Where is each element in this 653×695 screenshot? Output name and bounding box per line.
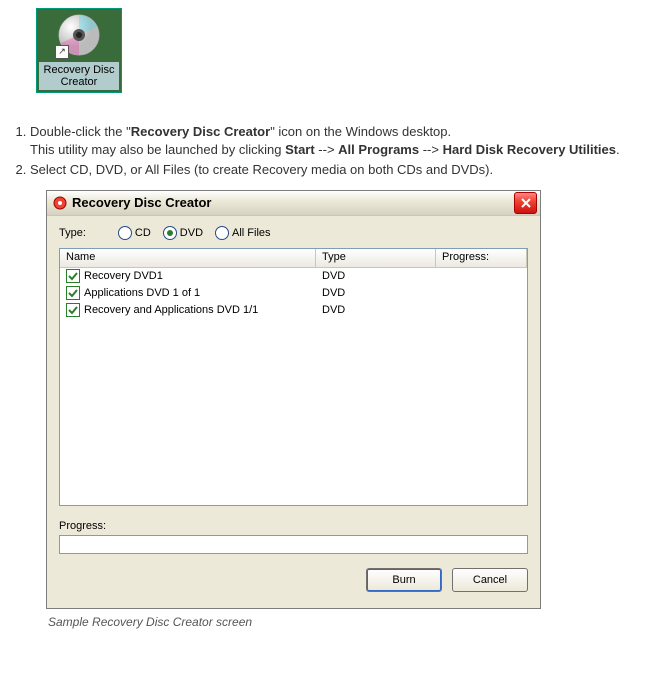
column-progress[interactable]: Progress: xyxy=(436,249,527,267)
progress-bar xyxy=(59,535,528,554)
recovery-disc-creator-dialog: Recovery Disc Creator Type: CD DVD xyxy=(46,190,541,609)
type-row: Type: CD DVD All Files xyxy=(59,226,528,240)
instruction-step-2: Select CD, DVD, or All Files (to create … xyxy=(30,161,645,179)
disc-listview[interactable]: Name Type Progress: Recovery DVD1DVDAppl… xyxy=(59,248,528,506)
row-type: DVD xyxy=(316,270,436,282)
dialog-title: Recovery Disc Creator xyxy=(72,195,514,210)
close-icon xyxy=(521,198,531,208)
app-icon xyxy=(52,195,68,211)
row-type: DVD xyxy=(316,287,436,299)
table-row[interactable]: Recovery DVD1 DVD xyxy=(60,268,527,285)
row-name: Recovery DVD1 xyxy=(84,270,163,282)
listview-header: Name Type Progress: xyxy=(60,249,527,268)
table-row[interactable]: Applications DVD 1 of 1 DVD xyxy=(60,285,527,302)
desktop-icon[interactable]: ↗ Recovery Disc Creator xyxy=(36,8,122,93)
column-name[interactable]: Name xyxy=(60,249,316,267)
shortcut-arrow-icon: ↗ xyxy=(55,45,69,59)
radio-cd[interactable]: CD xyxy=(118,226,151,240)
close-button[interactable] xyxy=(514,192,537,214)
radio-icon xyxy=(118,226,132,240)
figure-caption: Sample Recovery Disc Creator screen xyxy=(48,615,645,629)
row-name: Recovery and Applications DVD 1/1 xyxy=(84,304,258,316)
instruction-list: Double-click the "Recovery Disc Creator"… xyxy=(8,123,645,180)
radio-dvd[interactable]: DVD xyxy=(163,226,203,240)
button-row: Burn Cancel xyxy=(59,554,528,598)
column-type[interactable]: Type xyxy=(316,249,436,267)
progress-label: Progress: xyxy=(59,520,528,532)
cancel-button[interactable]: Cancel xyxy=(452,568,528,592)
row-type: DVD xyxy=(316,304,436,316)
desktop-icon-label: Recovery Disc Creator xyxy=(39,62,119,90)
checkbox[interactable] xyxy=(66,269,80,283)
titlebar: Recovery Disc Creator xyxy=(47,191,540,216)
row-name: Applications DVD 1 of 1 xyxy=(84,287,200,299)
instruction-step-1: Double-click the "Recovery Disc Creator"… xyxy=(30,123,645,159)
checkbox[interactable] xyxy=(66,303,80,317)
burn-button[interactable]: Burn xyxy=(366,568,442,592)
radio-icon-selected xyxy=(163,226,177,240)
type-label: Type: xyxy=(59,227,86,239)
radio-icon xyxy=(215,226,229,240)
table-row[interactable]: Recovery and Applications DVD 1/1 DVD xyxy=(60,302,527,319)
radio-all-files[interactable]: All Files xyxy=(215,226,271,240)
checkbox[interactable] xyxy=(66,286,80,300)
